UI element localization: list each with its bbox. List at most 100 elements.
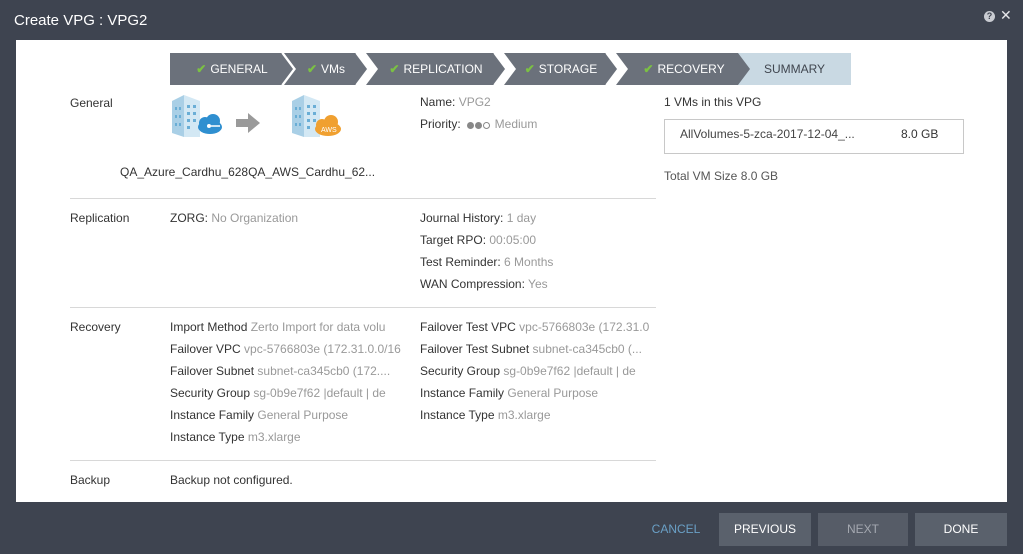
name-label: Name:: [420, 95, 456, 109]
recovery-row: Instance Type m3.xlarge: [420, 408, 656, 422]
sites-text: QA_Azure_Cardhu_628QA_AWS_Cardhu_62...: [120, 165, 376, 179]
step-label: GENERAL: [210, 62, 268, 76]
total-vm-size: Total VM Size 8.0 GB: [664, 169, 779, 183]
rpo-label: Target RPO:: [420, 233, 487, 247]
check-icon: ✔: [196, 62, 207, 76]
step-vms[interactable]: ✔ VMs: [284, 53, 368, 85]
divider: [70, 198, 656, 199]
recovery-label: Instance Type: [420, 408, 495, 422]
zorg-value: No Organization: [211, 211, 299, 225]
backup-value: Backup not configured.: [170, 473, 293, 487]
step-replication[interactable]: ✔ REPLICATION: [366, 53, 506, 85]
rpo-field: Target RPO: 00:05:00: [420, 233, 536, 247]
recovery-value: vpc-5766803e (172.31.0.0/16: [244, 342, 401, 356]
priority-label: Priority:: [420, 117, 461, 131]
recovery-row: Failover Test Subnet subnet-ca345cb0 (..…: [420, 342, 656, 356]
journal-value: 1 day: [506, 211, 537, 225]
reminder-value: 6 Months: [504, 255, 554, 269]
vm-list: AllVolumes-5-zca-2017-12-04_... 8.0 GB: [664, 119, 964, 154]
section-general-label: General: [70, 96, 113, 110]
help-icon[interactable]: ?: [984, 11, 995, 22]
check-icon: ✔: [643, 62, 654, 76]
vm-size: 8.0 GB: [901, 127, 939, 141]
aws-badge: AWS: [321, 127, 337, 134]
window-title: Create VPG : VPG2: [14, 12, 148, 29]
wizard-panel: ✔ GENERAL ✔ VMs ✔ REPLICATION ✔ STORAGE ✔ REC…: [16, 40, 1007, 502]
recovery-value: General Purpose: [507, 386, 599, 400]
zorg-label: ZORG:: [170, 211, 208, 225]
recovery-label: Failover Test Subnet: [420, 342, 530, 356]
step-recovery[interactable]: ✔ RECOVERY: [616, 53, 752, 85]
recovery-row: Instance Family General Purpose: [170, 408, 406, 422]
wan-label: WAN Compression:: [420, 277, 525, 291]
recovery-label: Failover Subnet: [170, 364, 255, 378]
recovery-row: Failover VPC vpc-5766803e (172.31.0.0/16: [170, 342, 406, 356]
recovery-label: Instance Family: [170, 408, 255, 422]
recovery-value: subnet-ca345cb0 (172....: [257, 364, 391, 378]
check-icon: ✔: [524, 62, 535, 76]
step-label: VMs: [321, 62, 346, 76]
reminder-label: Test Reminder:: [420, 255, 501, 269]
recovery-row: Security Group sg-0b9e7f62 |default | de: [420, 364, 656, 378]
recovery-label: Failover Test VPC: [420, 320, 516, 334]
reminder-field: Test Reminder: 6 Months: [420, 255, 553, 269]
close-icon[interactable]: ✕: [1000, 8, 1012, 22]
recovery-label: Instance Family: [420, 386, 505, 400]
step-general[interactable]: ✔ GENERAL: [170, 53, 294, 85]
aws-site-icon: AWS: [292, 95, 341, 137]
step-label: STORAGE: [538, 62, 598, 76]
step-label: SUMMARY: [763, 62, 826, 76]
recovery-label: Import Method: [170, 320, 248, 334]
journal-label: Journal History:: [420, 211, 504, 225]
recovery-value: vpc-5766803e (172.31.0: [519, 320, 650, 334]
priority-indicator: [466, 118, 491, 132]
wizard-steps: ✔ GENERAL ✔ VMs ✔ REPLICATION ✔ STORAGE ✔ REC…: [170, 53, 851, 85]
section-recovery-label: Recovery: [70, 320, 121, 334]
recovery-label: Instance Type: [170, 430, 245, 444]
wan-value: Yes: [528, 277, 548, 291]
recovery-row: Instance Family General Purpose: [420, 386, 656, 400]
recovery-label: Security Group: [420, 364, 501, 378]
priority-field: Priority: Medium: [420, 117, 537, 132]
vm-name: AllVolumes-5-zca-2017-12-04_...: [680, 127, 855, 141]
section-replication-label: Replication: [70, 211, 130, 225]
recovery-value: General Purpose: [257, 408, 349, 422]
recovery-value: m3.xlarge: [497, 408, 551, 422]
check-icon: ✔: [306, 62, 318, 76]
step-summary[interactable]: SUMMARY: [738, 53, 851, 85]
name-value: VPG2: [458, 95, 491, 109]
azure-site-icon: [172, 95, 222, 137]
recovery-value: sg-0b9e7f62 |default | de: [253, 386, 386, 400]
vms-title: 1 VMs in this VPG: [664, 95, 762, 109]
recovery-value: Zerto Import for data volu: [250, 320, 386, 334]
recovery-row: Failover Test VPC vpc-5766803e (172.31.0: [420, 320, 656, 334]
recovery-value: sg-0b9e7f62 |default | de: [503, 364, 636, 378]
rpo-value: 00:05:00: [489, 233, 537, 247]
recovery-row: Security Group sg-0b9e7f62 |default | de: [170, 386, 406, 400]
recovery-row: Instance Type m3.xlarge: [170, 430, 406, 444]
recovery-row: Failover Subnet subnet-ca345cb0 (172....: [170, 364, 406, 378]
zorg-field: ZORG: No Organization: [170, 211, 298, 225]
section-backup-label: Backup: [70, 473, 111, 487]
name-field: Name: VPG2: [420, 95, 491, 109]
step-label: REPLICATION: [403, 62, 483, 76]
journal-field: Journal History: 1 day: [420, 211, 536, 225]
divider: [70, 307, 656, 308]
recovery-value: subnet-ca345cb0 (...: [532, 342, 642, 356]
recovery-label: Security Group: [170, 386, 251, 400]
recovery-row: Import Method Zerto Import for data volu: [170, 320, 406, 334]
step-label: RECOVERY: [657, 62, 725, 76]
check-icon: ✔: [389, 62, 400, 76]
recovery-value: m3.xlarge: [247, 430, 301, 444]
previous-button[interactable]: PREVIOUS: [719, 513, 811, 546]
wan-field: WAN Compression: Yes: [420, 277, 548, 291]
title-bar: Create VPG : VPG2 ? ✕: [0, 0, 1023, 40]
next-button[interactable]: NEXT: [818, 513, 908, 546]
priority-value: Medium: [494, 117, 538, 131]
done-button[interactable]: DONE: [915, 513, 1007, 546]
arrow-right-icon: [236, 113, 260, 133]
divider: [70, 460, 656, 461]
recovery-label: Failover VPC: [170, 342, 241, 356]
step-storage[interactable]: ✔ STORAGE: [504, 53, 618, 85]
cancel-button[interactable]: CANCEL: [644, 513, 708, 546]
